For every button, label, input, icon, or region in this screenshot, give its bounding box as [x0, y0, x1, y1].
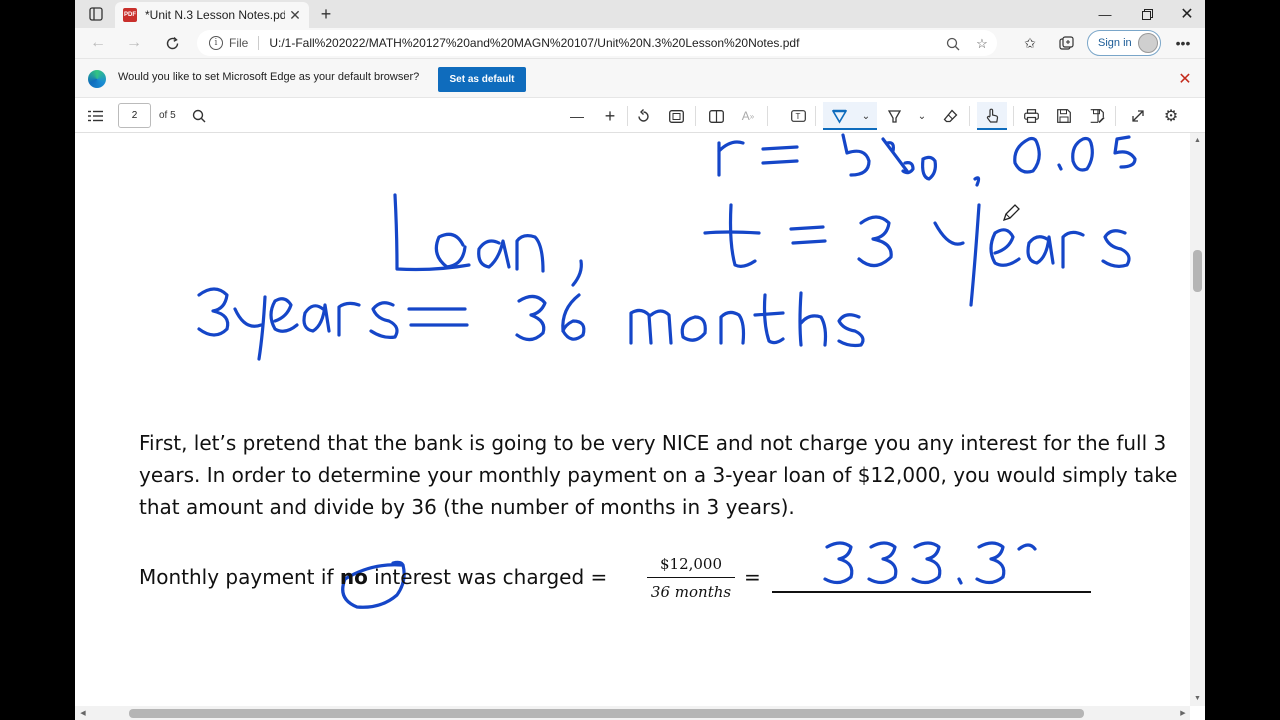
collections-icon[interactable]: [1055, 33, 1077, 53]
set-default-button[interactable]: Set as default: [438, 67, 526, 92]
page-view-icon[interactable]: [705, 106, 727, 126]
expand-icon[interactable]: [1127, 106, 1149, 126]
sign-in-button[interactable]: Sign in: [1087, 30, 1161, 56]
scroll-down-icon[interactable]: ▼: [1193, 693, 1202, 703]
pen-cursor-icon: [1002, 204, 1020, 222]
settings-gear-icon[interactable]: ⚙: [1160, 106, 1182, 126]
monthly-suffix: interest was charged =: [367, 565, 608, 589]
tab-strip: PDF *Unit N.3 Lesson Notes.pdf ✕ + — ✕: [75, 0, 1205, 28]
draw-icon[interactable]: [828, 106, 850, 126]
avatar: [1138, 33, 1158, 53]
monthly-payment-line: Monthly payment if no interest was charg…: [139, 565, 607, 589]
page-number-input[interactable]: 2: [118, 103, 151, 128]
default-browser-infobar: Would you like to set Microsoft Edge as …: [75, 58, 1205, 98]
fit-page-icon[interactable]: [665, 106, 687, 126]
svg-text:T: T: [795, 112, 800, 121]
pdf-icon: PDF: [123, 8, 137, 22]
separator: [815, 106, 816, 126]
scroll-left-icon[interactable]: ◀: [78, 708, 88, 718]
lesson-paragraph: First, let’s pretend that the bank is go…: [139, 431, 1178, 519]
forward-button[interactable]: →: [121, 31, 147, 55]
tab-title: *Unit N.3 Lesson Notes.pdf: [145, 8, 285, 22]
rotate-icon[interactable]: [632, 106, 654, 126]
fraction-bar: [647, 577, 735, 578]
address-bar[interactable]: i File U:/1-Fall%202022/MATH%20127%20and…: [197, 30, 997, 56]
save-as-icon[interactable]: [1086, 106, 1108, 126]
scroll-right-icon[interactable]: ▶: [1178, 708, 1188, 718]
separator: [1115, 106, 1116, 126]
pdf-page: First, let’s pretend that the bank is go…: [75, 133, 1190, 706]
chevron-down-icon[interactable]: ⌄: [855, 106, 877, 126]
file-label: File: [229, 36, 260, 50]
find-icon[interactable]: [188, 106, 210, 126]
horizontal-scroll-thumb[interactable]: [129, 709, 1084, 718]
close-tab-icon[interactable]: ✕: [285, 5, 305, 25]
vertical-scroll-thumb[interactable]: [1193, 250, 1202, 292]
pdf-toolbar: 2 of 5 — + A» T ⌄ ⌄ ⚙: [75, 98, 1205, 133]
tab-actions-icon: [89, 7, 103, 21]
separator: [627, 106, 628, 126]
eraser-icon[interactable]: [939, 106, 961, 126]
scroll-up-icon[interactable]: ▲: [1193, 135, 1202, 145]
horizontal-scrollbar[interactable]: ◀ ▶: [75, 706, 1190, 720]
back-button[interactable]: ←: [85, 31, 111, 55]
favorites-icon[interactable]: ✩: [1019, 33, 1041, 53]
handwriting-ink: [197, 133, 1137, 609]
sign-in-label: Sign in: [1098, 37, 1132, 49]
address-toolbar: ← → i File U:/1-Fall%202022/MATH%20127%2…: [75, 28, 1205, 58]
fraction-denominator: 36 months: [650, 583, 732, 601]
add-favorite-icon[interactable]: ☆: [973, 35, 991, 53]
monthly-bold-no: no: [339, 565, 368, 589]
refresh-button[interactable]: [159, 31, 185, 55]
vertical-scrollbar[interactable]: ▲ ▼: [1190, 133, 1205, 706]
restore-button[interactable]: [1127, 0, 1167, 28]
info-icon[interactable]: i: [209, 36, 223, 50]
url-text[interactable]: U:/1-Fall%202022/MATH%20127%20and%20MAGN…: [269, 36, 799, 50]
tab-active[interactable]: PDF *Unit N.3 Lesson Notes.pdf ✕: [115, 2, 309, 28]
separator: [695, 106, 696, 126]
table-of-contents-icon[interactable]: [84, 106, 106, 126]
print-icon[interactable]: [1020, 106, 1042, 126]
highlight-icon[interactable]: [883, 106, 905, 126]
page-count-label: of 5: [159, 110, 176, 121]
close-window-button[interactable]: ✕: [1167, 0, 1205, 28]
separator: [969, 106, 970, 126]
separator: [1013, 106, 1014, 126]
infobar-message: Would you like to set Microsoft Edge as …: [118, 71, 420, 83]
more-options-icon[interactable]: •••: [1171, 32, 1195, 54]
restore-icon: [1141, 8, 1153, 20]
tab-actions-button[interactable]: [85, 4, 107, 24]
new-tab-button[interactable]: +: [315, 4, 337, 24]
equals-sign: =: [744, 565, 761, 589]
fraction: $12,000 36 months: [645, 555, 737, 601]
read-aloud-icon[interactable]: A»: [737, 106, 759, 126]
add-text-icon[interactable]: T: [787, 106, 809, 126]
zoom-icon[interactable]: [944, 35, 962, 53]
edge-logo-icon: [88, 70, 106, 88]
minimize-button[interactable]: —: [1085, 0, 1125, 28]
chevron-down-icon[interactable]: ⌄: [911, 106, 933, 126]
infobar-close-icon[interactable]: ✕: [1175, 69, 1195, 89]
touch-writing-icon[interactable]: [981, 106, 1003, 126]
save-icon[interactable]: [1053, 106, 1075, 126]
separator: [767, 106, 768, 126]
refresh-icon: [166, 36, 178, 49]
fraction-numerator: $12,000: [659, 555, 723, 573]
browser-window: PDF *Unit N.3 Lesson Notes.pdf ✕ + — ✕ ←…: [75, 0, 1205, 720]
zoom-in-icon[interactable]: +: [599, 106, 621, 126]
monthly-prefix: Monthly payment if: [139, 565, 340, 589]
answer-blank-line: [772, 591, 1091, 593]
zoom-out-icon[interactable]: —: [566, 106, 588, 126]
